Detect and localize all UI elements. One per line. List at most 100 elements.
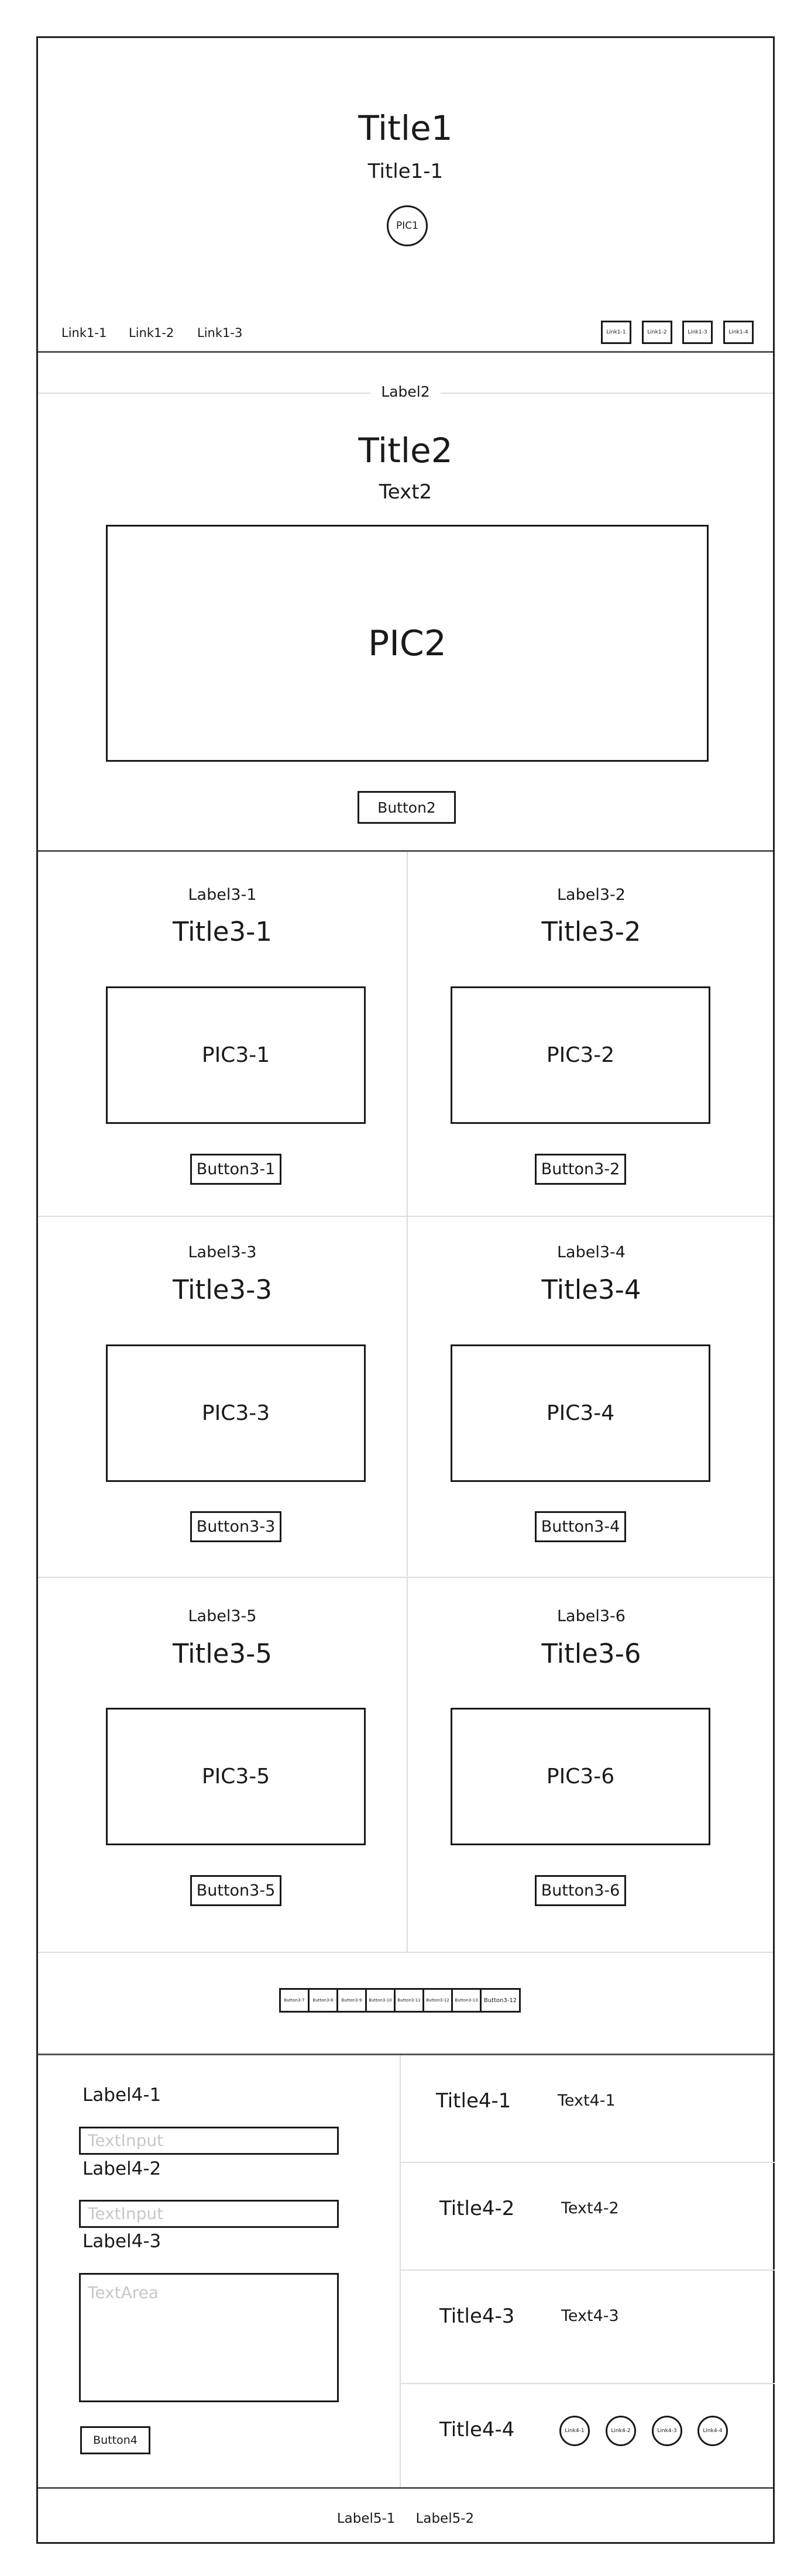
card-label: Label3-6 <box>557 1607 626 1625</box>
info-row-2: Title4-2 Text4-2 <box>401 2163 775 2269</box>
header-pic: PIC1 <box>387 205 428 246</box>
card-button-label: Button3-6 <box>541 1882 620 1900</box>
card-title: Title3-6 <box>541 1638 641 1669</box>
info-row-text: Text4-3 <box>561 2307 619 2325</box>
footer-label-1: Label5-1 <box>336 2511 396 2526</box>
form-textarea-placeholder: TextArea <box>88 2283 159 2302</box>
card-label: Label3-2 <box>557 886 626 904</box>
row4-link-3[interactable]: Link4-3 <box>652 2416 682 2446</box>
card-button-label: Button3-4 <box>541 1518 620 1536</box>
small-link-3[interactable]: Link1-3 <box>682 321 713 344</box>
info-row-title: Title4-4 <box>439 2418 515 2441</box>
card-pic-label: PIC3-3 <box>201 1401 270 1425</box>
form-label-3: Label4-3 <box>83 2231 161 2252</box>
pagination-button-4[interactable]: Button3-10 <box>365 1988 396 2013</box>
footer-label-2: Label5-2 <box>415 2511 475 2526</box>
pagination-button-1[interactable]: Button3-7 <box>279 1988 310 2013</box>
card-title: Title3-1 <box>173 916 272 947</box>
row4-link-1[interactable]: Link4-1 <box>559 2416 590 2446</box>
form-input-1-placeholder: TextInput <box>88 2131 164 2150</box>
form-textarea[interactable]: TextArea <box>79 2273 339 2402</box>
card-label: Label3-3 <box>188 1243 257 1261</box>
card-pic: PIC3-5 <box>106 1708 366 1845</box>
card-button[interactable]: Button3-4 <box>535 1511 626 1542</box>
card-button[interactable]: Button3-3 <box>190 1511 281 1542</box>
form-input-1[interactable]: TextInput <box>79 2127 339 2155</box>
pagination-button-5[interactable]: Button3-11 <box>394 1988 424 2013</box>
pagination-button-label: Button3-13 <box>455 1998 478 2003</box>
info-row-text: Text4-1 <box>558 2092 616 2110</box>
form-label-1: Label4-1 <box>83 2085 161 2106</box>
info-row-4: Title4-4 Link4-1 Link4-2 Link4-3 Link4-4 <box>401 2384 775 2487</box>
header-title: Title1 <box>358 108 453 148</box>
info-row-1: Title4-1 Text4-1 <box>401 2055 775 2162</box>
card-6: Label3-6 Title3-6 PIC3-6 Button3-6 <box>408 1578 775 1952</box>
form-submit-button-label: Button4 <box>93 2434 138 2447</box>
pagination-button-label: Button3-7 <box>284 1998 305 2003</box>
hero-text: Text2 <box>379 480 432 504</box>
small-link-4[interactable]: Link1-4 <box>723 321 754 344</box>
pagination-button-6[interactable]: Button3-12 <box>422 1988 453 2013</box>
page-frame: Title1 Title1-1 PIC1 Link1-1 Link1-2 Lin… <box>36 36 775 2544</box>
card-button[interactable]: Button3-5 <box>190 1875 281 1906</box>
card-pic: PIC3-1 <box>106 986 366 1124</box>
header-section: Title1 Title1-1 PIC1 Link1-1 Link1-2 Lin… <box>38 38 773 351</box>
card-label: Label3-1 <box>188 886 257 904</box>
hero-button[interactable]: Button2 <box>358 791 456 824</box>
small-link-1-label: Link1-1 <box>606 329 626 335</box>
card-pic-label: PIC3-5 <box>201 1765 270 1789</box>
row4-link-label: Link4-3 <box>657 2428 677 2434</box>
pagination-button-7[interactable]: Button3-13 <box>451 1988 482 2013</box>
pagination-button-3[interactable]: Button3-9 <box>336 1988 367 2013</box>
card-pic-label: PIC3-6 <box>546 1765 615 1789</box>
card-2: Label3-2 Title3-2 PIC3-2 Button3-2 <box>408 852 775 1216</box>
form-input-2-placeholder: TextInput <box>88 2204 164 2223</box>
row4-link-2[interactable]: Link4-2 <box>606 2416 636 2446</box>
card-button[interactable]: Button3-2 <box>535 1154 626 1185</box>
pagination-button-label: Button3-10 <box>369 1998 392 2003</box>
small-link-1[interactable]: Link1-1 <box>601 321 631 344</box>
pagination-button-label: Button3-8 <box>312 1998 334 2003</box>
info-row-title: Title4-1 <box>436 2089 511 2113</box>
pagination-button-2[interactable]: Button3-8 <box>308 1988 338 2013</box>
card-button[interactable]: Button3-1 <box>190 1154 281 1185</box>
hero-label: Label2 <box>370 383 441 400</box>
header-subtitle: Title1-1 <box>367 160 444 183</box>
card-5: Label3-5 Title3-5 PIC3-5 Button3-5 <box>38 1578 407 1952</box>
small-link-3-label: Link1-3 <box>688 329 707 335</box>
hero-title: Title2 <box>358 431 453 470</box>
nav-link-3[interactable]: Link1-3 <box>197 326 242 340</box>
card-button-label: Button3-2 <box>541 1160 620 1178</box>
card-title: Title3-5 <box>173 1638 272 1669</box>
card-1: Label3-1 Title3-1 PIC3-1 Button3-1 <box>38 852 407 1216</box>
row4-link-label: Link4-4 <box>703 2428 723 2434</box>
grid-bottom-divider <box>38 1952 773 1953</box>
card-4: Label3-4 Title3-4 PIC3-4 Button3-4 <box>408 1217 775 1577</box>
card-3: Label3-3 Title3-3 PIC3-3 Button3-3 <box>38 1217 407 1577</box>
nav-link-2[interactable]: Link1-2 <box>129 326 174 340</box>
pagination-button-label: Button3-12 <box>483 1997 517 2004</box>
pagination-button-8[interactable]: Button3-12 <box>480 1988 521 2013</box>
card-title: Title3-2 <box>541 916 641 947</box>
card-button-label: Button3-3 <box>196 1518 276 1536</box>
pagination-button-label: Button3-11 <box>397 1998 421 2003</box>
card-button[interactable]: Button3-6 <box>535 1875 626 1906</box>
card-pic: PIC3-4 <box>451 1344 710 1482</box>
form-panel: Label4-1 TextInput Label4-2 TextInput La… <box>38 2055 400 2487</box>
card-label: Label3-4 <box>557 1243 626 1261</box>
card-button-label: Button3-5 <box>196 1882 276 1900</box>
hero-pic-label: PIC2 <box>368 622 446 664</box>
info-row-3: Title4-3 Text4-3 <box>401 2271 775 2383</box>
form-submit-button[interactable]: Button4 <box>80 2426 150 2454</box>
hero-pic: PIC2 <box>106 525 709 762</box>
card-button-label: Button3-1 <box>196 1160 276 1178</box>
card-pic-label: PIC3-1 <box>201 1043 270 1067</box>
card-title: Title3-3 <box>173 1274 272 1305</box>
row4-link-4[interactable]: Link4-4 <box>697 2416 728 2446</box>
form-label-2: Label4-2 <box>83 2158 161 2179</box>
small-link-2[interactable]: Link1-2 <box>642 321 672 344</box>
nav-link-1[interactable]: Link1-1 <box>61 326 106 340</box>
form-input-2[interactable]: TextInput <box>79 2200 339 2228</box>
card-label: Label3-5 <box>188 1607 257 1625</box>
pagination-button-label: Button3-12 <box>426 1998 449 2003</box>
